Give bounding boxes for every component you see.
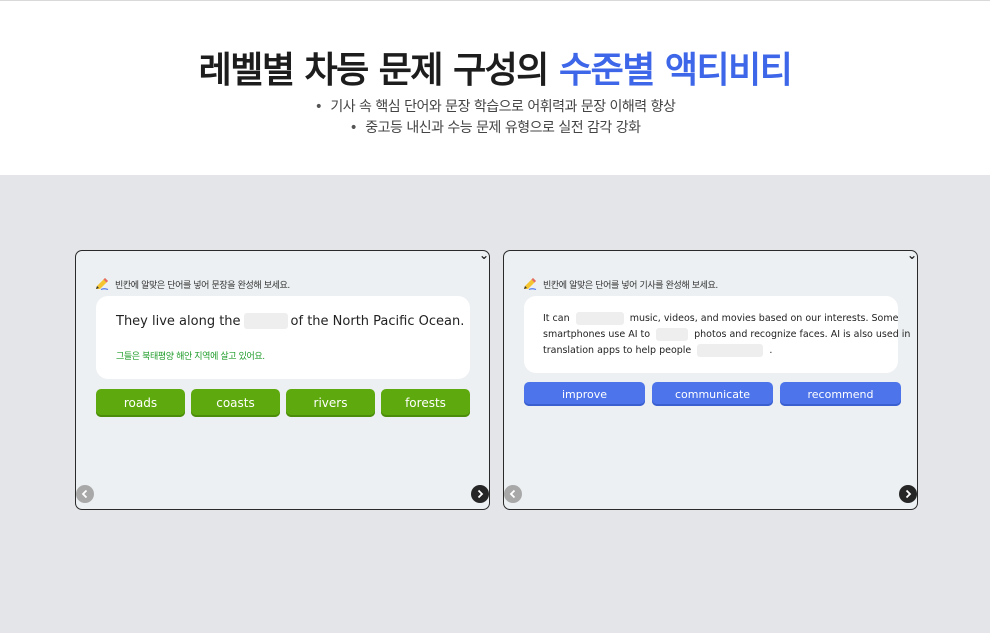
feature-item: • 기사 속 핵심 단어와 문장 학습으로 어휘력과 문장 이해력 향상	[0, 97, 990, 118]
option-improve-button[interactable]: improve	[524, 382, 645, 406]
title-main: 레벨별 차등 문제 구성의	[198, 50, 550, 91]
option-communicate-button[interactable]: communicate	[652, 382, 773, 406]
answer-blank[interactable]	[243, 313, 288, 329]
bullet-icon: •	[349, 120, 358, 136]
option-roads-button[interactable]: roads	[96, 389, 185, 417]
option-buttons: improve communicate recommend	[524, 382, 901, 406]
option-recommend-button[interactable]: recommend	[780, 382, 901, 406]
page-title: 레벨별 차등 문제 구성의 수준별 액티비티	[0, 41, 990, 93]
chevron-left-icon	[81, 489, 88, 499]
option-coasts-button[interactable]: coasts	[191, 389, 280, 417]
pencil-icon	[524, 278, 537, 291]
prev-button[interactable]	[76, 485, 94, 503]
instruction: 빈칸에 알맞은 단어를 넣어 기사를 완성해 보세요.	[522, 277, 718, 291]
page-header: 레벨별 차등 문제 구성의 수준별 액티비티 • 기사 속 핵심 단어와 문장 학…	[0, 1, 990, 175]
next-button[interactable]	[471, 485, 489, 503]
title-accent: 수준별 액티비티	[558, 50, 793, 91]
bullet-icon: •	[314, 99, 323, 115]
feature-item: • 중고등 내신과 수능 문제 유형으로 실전 감각 강화	[0, 118, 990, 139]
chevron-right-icon	[905, 489, 912, 499]
translation-hint: 그들은 북태평양 해안 지역에 살고 있어요.	[116, 352, 265, 362]
chevron-down-icon[interactable]: ⌄	[907, 251, 917, 262]
article-card: It can music, videos, and movies based o…	[524, 296, 911, 373]
option-forests-button[interactable]: forests	[381, 389, 470, 417]
answer-blank[interactable]	[697, 344, 764, 357]
option-rivers-button[interactable]: rivers	[286, 389, 375, 417]
question-sentence: They live along the of the North Pacific…	[116, 313, 465, 329]
article-passage: It can music, videos, and movies based o…	[543, 312, 911, 357]
next-button[interactable]	[899, 485, 917, 503]
chevron-right-icon	[477, 489, 484, 499]
answer-blank[interactable]	[575, 312, 624, 325]
chevron-left-icon	[509, 489, 516, 499]
option-buttons: roads coasts rivers forests	[96, 389, 470, 417]
feature-list: • 기사 속 핵심 단어와 문장 학습으로 어휘력과 문장 이해력 향상 • 중고등…	[0, 97, 990, 139]
chevron-down-icon[interactable]: ⌄	[479, 251, 489, 262]
question-card: They live along the of the North Pacific…	[96, 296, 470, 379]
pencil-icon	[96, 278, 109, 291]
instruction: 빈칸에 알맞은 단어를 넣어 문장을 완성해 보세요.	[94, 277, 290, 291]
answer-blank[interactable]	[656, 328, 689, 341]
prev-button[interactable]	[504, 485, 522, 503]
article-activity-panel: ⌄ 빈칸에 알맞은 단어를 넣어 기사를 완성해 보세요. It can mus…	[503, 250, 918, 510]
sentence-activity-panel: ⌄ 빈칸에 알맞은 단어를 넣어 문장을 완성해 보세요. They live …	[75, 250, 490, 510]
